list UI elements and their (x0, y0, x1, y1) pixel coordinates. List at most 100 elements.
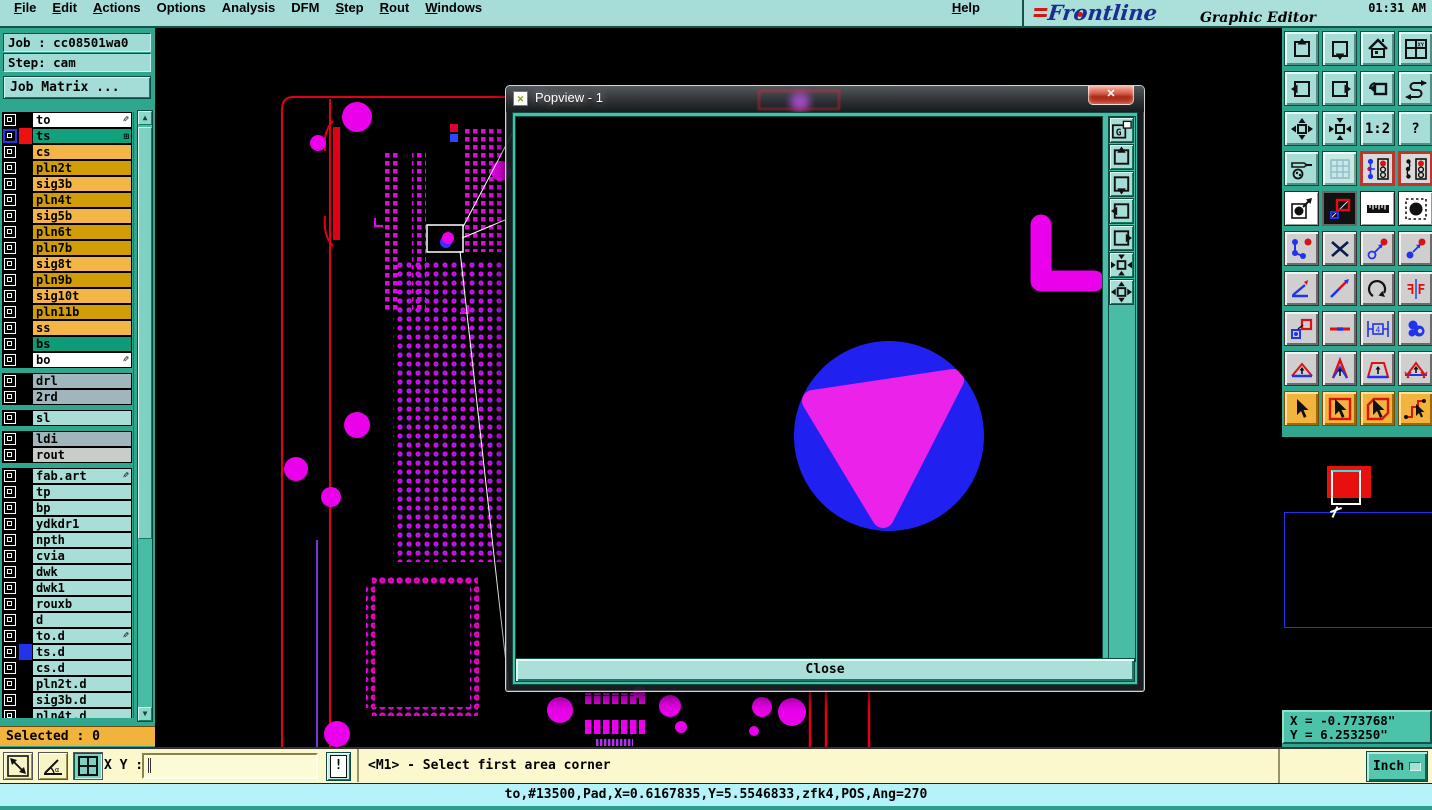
delete-button[interactable] (1322, 231, 1357, 266)
menu-windows[interactable]: Windows (425, 0, 482, 15)
layer-checkbox[interactable] (2, 676, 19, 692)
layer-checkbox[interactable] (2, 628, 19, 644)
layer-checkbox[interactable] (2, 256, 19, 272)
layer-name[interactable]: dwk1 (32, 580, 132, 596)
layer-checkbox[interactable] (2, 192, 19, 208)
layer-checkbox[interactable] (2, 468, 19, 484)
layer-row-to.d[interactable]: to.d ✎ (2, 628, 132, 644)
layer-checkbox[interactable] (2, 447, 19, 463)
menu-step[interactable]: Step (335, 0, 363, 15)
select-net-button[interactable] (1398, 391, 1432, 426)
menu-rout[interactable]: Rout (380, 0, 410, 15)
layer-checkbox[interactable] (2, 500, 19, 516)
layer-color-swatch[interactable] (19, 692, 32, 708)
layer-name[interactable]: rouxb (32, 596, 132, 612)
layer-name[interactable]: pln2t.d (32, 676, 132, 692)
layer-color-swatch[interactable] (19, 596, 32, 612)
layer-checkbox[interactable] (2, 112, 19, 128)
layer-color-swatch[interactable] (19, 564, 32, 580)
select-poly-button[interactable] (1360, 391, 1395, 426)
layer-checkbox[interactable] (2, 532, 19, 548)
layer-name[interactable]: ydkdr1 (32, 516, 132, 532)
layer-row-d[interactable]: d (2, 612, 132, 628)
layer-row-fab.art[interactable]: fab.art ✎ (2, 468, 132, 484)
layer-checkbox[interactable] (2, 484, 19, 500)
scroll-down-icon[interactable]: ▼ (138, 707, 152, 721)
layer-color-swatch[interactable] (19, 352, 32, 368)
layer-row-ss[interactable]: ss (2, 320, 132, 336)
help-query-button[interactable]: ? (1398, 111, 1432, 146)
layer-row-tp[interactable]: tp (2, 484, 132, 500)
resize-button[interactable]: 4 (1360, 311, 1395, 346)
views-xy-button[interactable]: XY (1398, 31, 1432, 66)
layer-name[interactable]: pln4t.d (32, 708, 132, 718)
layer-color-swatch[interactable] (19, 660, 32, 676)
alert-button[interactable]: ! (326, 752, 351, 781)
select-frame-button[interactable] (1322, 391, 1357, 426)
layer-checkbox[interactable] (2, 708, 19, 718)
layer-name[interactable]: bs (32, 336, 132, 352)
layer-checkbox[interactable] (2, 144, 19, 160)
layer-name[interactable]: sig5b (32, 208, 132, 224)
layer-checkbox[interactable] (2, 596, 19, 612)
layer-color-swatch[interactable] (19, 431, 32, 447)
layer-name[interactable]: pln7b (32, 240, 132, 256)
layer-row-pln2t[interactable]: pln2t (2, 160, 132, 176)
layer-name[interactable]: pln11b (32, 304, 132, 320)
reshape-b-button[interactable] (1322, 351, 1357, 386)
layer-color-swatch[interactable] (19, 580, 32, 596)
overview-navigator[interactable] (1282, 437, 1432, 710)
layer-row-pln9b[interactable]: pln9b (2, 272, 132, 288)
layer-row-drl[interactable]: drl (2, 373, 132, 389)
layer-color-swatch[interactable] (19, 144, 32, 160)
layer-checkbox[interactable] (2, 660, 19, 676)
popview-close-button[interactable]: Close (515, 658, 1135, 682)
layer-row-sig3b[interactable]: sig3b (2, 176, 132, 192)
zoom-in-button[interactable] (1284, 31, 1319, 66)
layer-color-swatch[interactable] (19, 336, 32, 352)
swap-layers-button[interactable] (1322, 191, 1357, 226)
layer-row-to[interactable]: to ✎ (2, 112, 132, 128)
pv-pan-left-button[interactable] (1109, 198, 1134, 224)
surface-button[interactable] (1398, 311, 1432, 346)
scroll-thumb[interactable] (138, 127, 152, 539)
layer-checkbox[interactable] (2, 176, 19, 192)
layer-color-swatch[interactable] (19, 500, 32, 516)
layer-checkbox[interactable] (2, 128, 19, 144)
layer-row-ts.d[interactable]: ts.d (2, 644, 132, 660)
layer-row-ldi[interactable]: ldi (2, 431, 132, 447)
angle-button[interactable] (1284, 271, 1319, 306)
reshape-c-button[interactable] (1360, 351, 1395, 386)
layer-name[interactable]: pln2t (32, 160, 132, 176)
units-button[interactable]: Inch (1366, 751, 1428, 782)
menu-actions[interactable]: Actions (93, 0, 141, 15)
layer-row-dwk[interactable]: dwk (2, 564, 132, 580)
layer-checkbox[interactable] (2, 644, 19, 660)
layer-name[interactable]: to ✎ (32, 112, 132, 128)
layer-color-swatch[interactable] (19, 548, 32, 564)
layer-row-rout[interactable]: rout (2, 447, 132, 463)
scroll-up-icon[interactable]: ▲ (138, 111, 152, 125)
layer-name[interactable]: dwk (32, 564, 132, 580)
layer-name[interactable]: npth (32, 532, 132, 548)
zoom-ratio-button[interactable]: 1:2 (1360, 111, 1395, 146)
layer-name[interactable]: bp (32, 500, 132, 516)
stretch-button[interactable] (1322, 311, 1357, 346)
job-matrix-button[interactable]: Job Matrix ... (3, 76, 151, 99)
menu-file[interactable]: File (14, 0, 36, 15)
xy-input[interactable] (142, 753, 318, 779)
layer-name[interactable]: drl (32, 373, 132, 389)
layer-checkbox[interactable] (2, 240, 19, 256)
pad-select-button[interactable] (1398, 191, 1432, 226)
layer-color-swatch[interactable] (19, 516, 32, 532)
slope-button[interactable] (1322, 271, 1357, 306)
layer-row-sl[interactable]: sl (2, 410, 132, 426)
layer-scrollbar[interactable]: ▲ ▼ (137, 110, 153, 722)
snap-grid-button[interactable] (73, 752, 103, 780)
layer-name[interactable]: sig3b (32, 176, 132, 192)
layer-color-swatch[interactable] (19, 304, 32, 320)
measure-distance-button[interactable] (3, 752, 33, 780)
popview-canvas[interactable] (515, 116, 1105, 662)
layer-name[interactable]: cs.d (32, 660, 132, 676)
layer-row-pln6t[interactable]: pln6t (2, 224, 132, 240)
